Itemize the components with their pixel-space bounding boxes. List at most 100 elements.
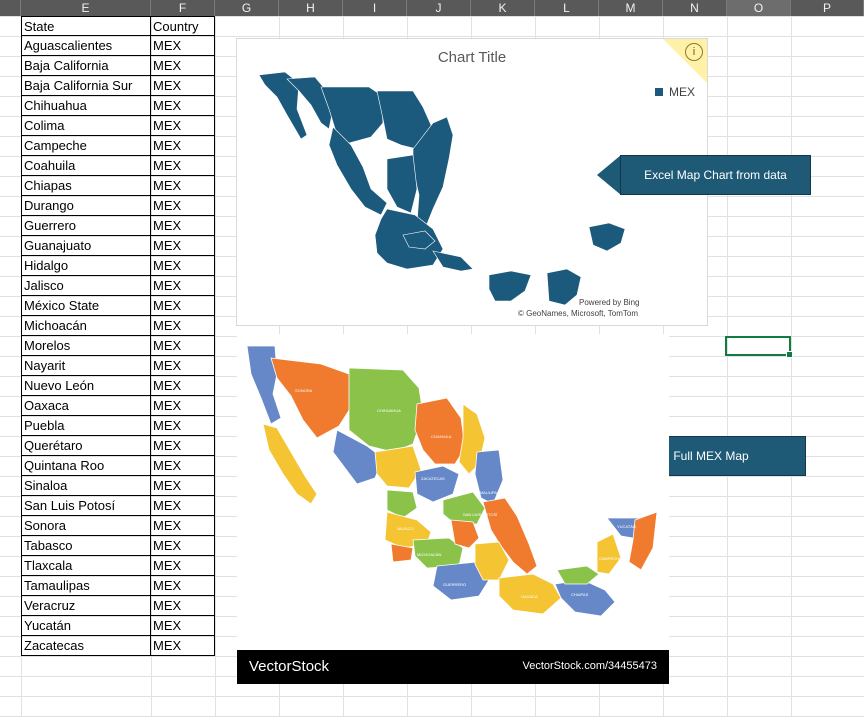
table-row: Chihuahua MEX [21, 96, 215, 116]
cell-country[interactable]: MEX [151, 316, 215, 336]
map-attribution: © GeoNames, Microsoft, TomTom [518, 309, 638, 318]
cell-state[interactable]: Quintana Roo [21, 456, 151, 476]
table-row: Jalisco MEX [21, 276, 215, 296]
cell-state[interactable]: Nuevo León [21, 376, 151, 396]
cell-state[interactable]: Veracruz [21, 596, 151, 616]
cell-state[interactable]: Campeche [21, 136, 151, 156]
cell-country[interactable]: MEX [151, 616, 215, 636]
cell-state[interactable]: Nayarit [21, 356, 151, 376]
header-state[interactable]: State [21, 16, 151, 36]
table-row: Nayarit MEX [21, 356, 215, 376]
cell-country[interactable]: MEX [151, 576, 215, 596]
column-header-l[interactable]: L [535, 0, 599, 16]
column-header-i[interactable]: I [343, 0, 407, 16]
callout-arrow-1 [597, 155, 621, 195]
cell-country[interactable]: MEX [151, 496, 215, 516]
column-header-f[interactable]: F [151, 0, 215, 16]
cell-state[interactable]: Puebla [21, 416, 151, 436]
cell-country[interactable]: MEX [151, 336, 215, 356]
cell-state[interactable]: Aguascalientes [21, 36, 151, 56]
cell-country[interactable]: MEX [151, 436, 215, 456]
cell-country[interactable]: MEX [151, 116, 215, 136]
column-header-j[interactable]: J [407, 0, 471, 16]
cell-state[interactable]: San Luis Potosí [21, 496, 151, 516]
cell-state[interactable]: Michoacán [21, 316, 151, 336]
cell-country[interactable]: MEX [151, 256, 215, 276]
cell-country[interactable]: MEX [151, 156, 215, 176]
cell-state[interactable]: Chihuahua [21, 96, 151, 116]
cell-country[interactable]: MEX [151, 356, 215, 376]
column-header-k[interactable]: K [471, 0, 535, 16]
table-row: Guanajuato MEX [21, 236, 215, 256]
cell-state[interactable]: Tamaulipas [21, 576, 151, 596]
cell-country[interactable]: MEX [151, 56, 215, 76]
svg-text:SONORA: SONORA [295, 388, 313, 393]
cell-state[interactable]: Hidalgo [21, 256, 151, 276]
header-country[interactable]: Country [151, 16, 215, 36]
cell-country[interactable]: MEX [151, 176, 215, 196]
cell-country[interactable]: MEX [151, 596, 215, 616]
cell-country[interactable]: MEX [151, 376, 215, 396]
cell-state[interactable]: Jalisco [21, 276, 151, 296]
cell-country[interactable]: MEX [151, 216, 215, 236]
table-row: Quintana Roo MEX [21, 456, 215, 476]
cell-country[interactable]: MEX [151, 296, 215, 316]
cell-state[interactable]: México State [21, 296, 151, 316]
cell-state[interactable]: Colima [21, 116, 151, 136]
cell-state[interactable]: Sinaloa [21, 476, 151, 496]
cell-state[interactable]: Sonora [21, 516, 151, 536]
cell-state[interactable]: Coahuila [21, 156, 151, 176]
cell-country[interactable]: MEX [151, 236, 215, 256]
cell-state[interactable]: Guanajuato [21, 236, 151, 256]
cell-country[interactable]: MEX [151, 196, 215, 216]
column-header-g[interactable]: G [215, 0, 279, 16]
column-header-p[interactable]: P [791, 0, 864, 16]
cell-state[interactable]: Baja California [21, 56, 151, 76]
table-row: Tabasco MEX [21, 536, 215, 556]
full-mex-map-image[interactable]: SONORA CHIHUAHUA COAHUILA ZACATECAS TAMA… [237, 334, 669, 684]
table-row: Nuevo León MEX [21, 376, 215, 396]
table-row: Baja California Sur MEX [21, 76, 215, 96]
cell-state[interactable]: Yucatán [21, 616, 151, 636]
cell-country[interactable]: MEX [151, 396, 215, 416]
column-header-m[interactable]: M [599, 0, 663, 16]
cell-state[interactable]: Tabasco [21, 536, 151, 556]
cell-state[interactable]: Tlaxcala [21, 556, 151, 576]
table-row: Coahuila MEX [21, 156, 215, 176]
cell-country[interactable]: MEX [151, 76, 215, 96]
cell-country[interactable]: MEX [151, 516, 215, 536]
cell-state[interactable]: Chiapas [21, 176, 151, 196]
column-header-o[interactable]: O [727, 0, 791, 16]
column-header-e[interactable]: E [21, 0, 151, 16]
cell-country[interactable]: MEX [151, 636, 215, 656]
cell-state[interactable]: Guerrero [21, 216, 151, 236]
column-header-h[interactable]: H [279, 0, 343, 16]
cell-country[interactable]: MEX [151, 276, 215, 296]
cell-state[interactable]: Baja California Sur [21, 76, 151, 96]
cell-country[interactable]: MEX [151, 416, 215, 436]
cell-state[interactable]: Querétaro [21, 436, 151, 456]
cell-country[interactable]: MEX [151, 36, 215, 56]
cell-country[interactable]: MEX [151, 96, 215, 116]
cell-country[interactable]: MEX [151, 476, 215, 496]
cell-country[interactable]: MEX [151, 136, 215, 156]
svg-text:TAMAULIPAS: TAMAULIPAS [475, 490, 500, 495]
table-row: Zacatecas MEX [21, 636, 215, 656]
svg-text:JALISCO: JALISCO [397, 526, 414, 531]
svg-text:CHIAPAS: CHIAPAS [571, 592, 589, 597]
cell-country[interactable]: MEX [151, 536, 215, 556]
table-row: Yucatán MEX [21, 616, 215, 636]
cell-country[interactable]: MEX [151, 556, 215, 576]
selected-cell-o17[interactable] [725, 336, 793, 358]
table-row: Baja California MEX [21, 56, 215, 76]
cell-state[interactable]: Morelos [21, 336, 151, 356]
column-header-n[interactable]: N [663, 0, 727, 16]
cell-country[interactable]: MEX [151, 456, 215, 476]
table-row: Hidalgo MEX [21, 256, 215, 276]
corner-select-all[interactable] [0, 0, 21, 16]
cell-state[interactable]: Durango [21, 196, 151, 216]
cell-state[interactable]: Oaxaca [21, 396, 151, 416]
table-row: Sonora MEX [21, 516, 215, 536]
cell-state[interactable]: Zacatecas [21, 636, 151, 656]
callout-excel-map[interactable]: Excel Map Chart from data [620, 155, 811, 195]
